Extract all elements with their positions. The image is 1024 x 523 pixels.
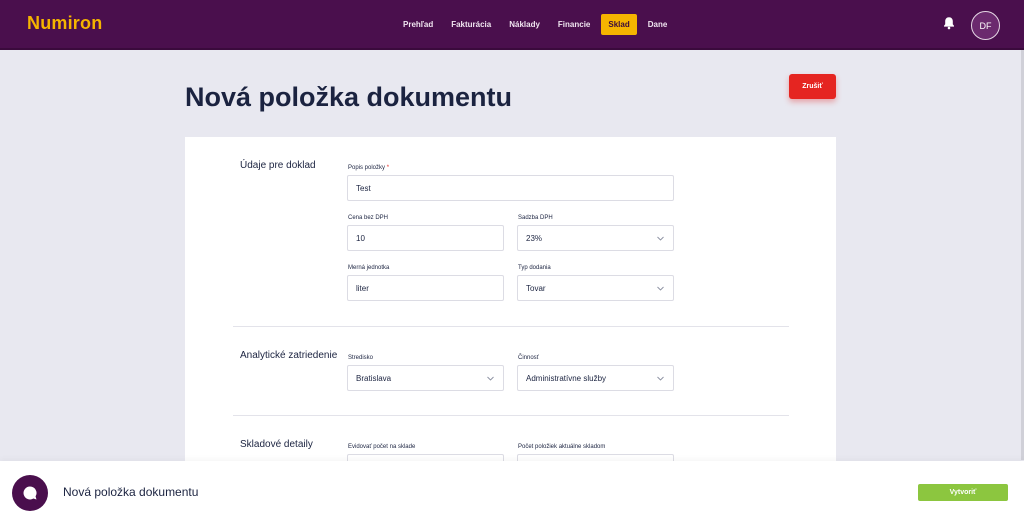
form-card: Údaje pre doklad Popis položky * Test Ce… [185, 137, 836, 467]
popis-label: Popis položky * [348, 165, 390, 171]
cinnost-label: Činnosť [518, 355, 539, 361]
cinnost-value: Administratívne služby [526, 373, 607, 383]
bottom-title: Nová položka dokumentu [63, 485, 199, 499]
popis-input[interactable]: Test [347, 175, 674, 201]
cena-input[interactable]: 10 [347, 225, 504, 251]
create-button[interactable]: Vytvoriť [918, 484, 1008, 501]
nav-item-prehlad[interactable]: Prehľad [396, 14, 440, 35]
chat-icon [23, 486, 37, 500]
sadzba-label: Sadzba DPH [518, 215, 553, 221]
top-navigation-bar: Numiron Prehľad Fakturácia Náklady Finan… [0, 0, 1024, 50]
required-mark: * [386, 165, 390, 171]
cinnost-select[interactable]: Administratívne služby [517, 365, 674, 391]
jednotka-input[interactable]: liter [347, 275, 504, 301]
nav-item-sklad[interactable]: Sklad [601, 14, 637, 35]
section-divider [233, 326, 789, 327]
evidovat-label: Evidovať počet na sklade [348, 444, 416, 450]
chat-button[interactable] [12, 475, 48, 511]
page-title: Nová položka dokumentu [185, 82, 513, 112]
jednotka-label: Merná jednotka [348, 265, 390, 271]
section-divider [233, 415, 789, 416]
main-nav: Prehľad Fakturácia Náklady Financie Skla… [396, 14, 678, 35]
cancel-button[interactable]: Zrušiť [789, 74, 836, 99]
sadzba-value: 23% [526, 233, 543, 243]
section-title-analyticke: Analytické zatriedenie [240, 350, 338, 361]
stredisko-label: Stredisko [348, 355, 374, 361]
bottom-action-bar: Nová položka dokumentu Vytvoriť [0, 461, 1024, 523]
nav-item-dane[interactable]: Dane [641, 14, 675, 35]
typ-dodania-label: Typ dodania [518, 265, 551, 271]
chevron-down-icon [657, 236, 664, 241]
chevron-down-icon [657, 286, 664, 291]
typ-dodania-value: Tovar [526, 283, 546, 293]
nav-item-fakturacia[interactable]: Fakturácia [444, 14, 498, 35]
section-title-skladove: Skladové detaily [240, 439, 313, 450]
nav-item-financie[interactable]: Financie [551, 14, 597, 35]
pocet-label: Počet položiek aktuálne skladom [518, 444, 606, 450]
stredisko-select[interactable]: Bratislava [347, 365, 504, 391]
app-logo[interactable]: Numiron [27, 13, 102, 34]
cena-label: Cena bez DPH [348, 215, 389, 221]
sadzba-select[interactable]: 23% [517, 225, 674, 251]
nav-item-naklady[interactable]: Náklady [502, 14, 547, 35]
chevron-down-icon [487, 376, 494, 381]
section-title-doklad: Údaje pre doklad [240, 160, 316, 171]
chevron-down-icon [657, 376, 664, 381]
bell-icon[interactable] [942, 16, 956, 30]
stredisko-value: Bratislava [356, 373, 392, 383]
typ-dodania-select[interactable]: Tovar [517, 275, 674, 301]
user-avatar[interactable]: DF [971, 11, 1000, 40]
